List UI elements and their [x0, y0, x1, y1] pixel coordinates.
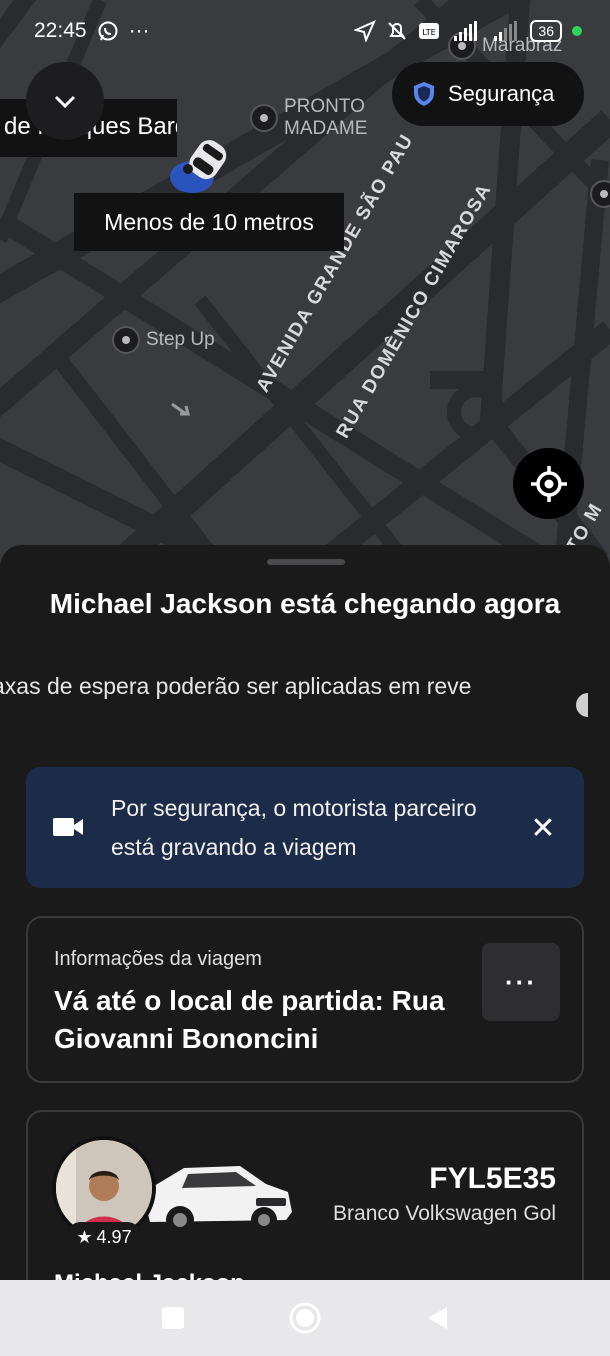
- trip-info-card[interactable]: Informações da viagem Vá até o local de …: [26, 916, 584, 1083]
- volte-icon: LTE: [419, 23, 440, 39]
- signal-5g-icon: [454, 21, 478, 41]
- map-pin-icon: [250, 104, 278, 132]
- safety-button-label: Segurança: [448, 81, 555, 106]
- safety-button[interactable]: Segurança: [392, 62, 584, 126]
- car-description: Branco Volkswagen Gol: [333, 1202, 556, 1225]
- collapse-button[interactable]: [26, 62, 104, 140]
- poi-label: Step Up: [146, 329, 215, 350]
- crosshair-icon: [530, 465, 567, 502]
- recording-banner-text: Por segurança, o motorista parceiro está…: [111, 795, 477, 860]
- poi-offscreen[interactable]: [590, 180, 610, 208]
- whatsapp-icon: [98, 21, 118, 41]
- star-icon: ★: [76, 1226, 93, 1247]
- recenter-button[interactable]: [513, 448, 584, 519]
- pickup-destination: Vá até o local de partida: Rua Giovanni …: [54, 985, 445, 1054]
- circle-icon: [289, 1302, 321, 1334]
- wait-fee-notice-text: axas de espera poderão ser aplicadas em …: [0, 673, 472, 699]
- shield-icon: [414, 82, 434, 106]
- square-icon: [162, 1307, 184, 1329]
- poi-label: MADAME: [284, 118, 368, 139]
- trip-info-label: Informações da viagem: [54, 948, 262, 970]
- recording-banner: Por segurança, o motorista parceiro está…: [26, 767, 584, 888]
- video-camera-icon: [53, 818, 83, 836]
- map[interactable]: PRONTO MADAME Marabraz Step Up AVENIDA G…: [0, 0, 610, 580]
- map-pin-icon: [112, 326, 140, 354]
- sheet-title: Michael Jackson está chegando agora: [49, 588, 561, 619]
- back-button[interactable]: [420, 1300, 456, 1336]
- driver-car-marker: [170, 140, 227, 193]
- car-image: [146, 1166, 292, 1234]
- distance-label: Menos de 10 metros: [74, 193, 344, 251]
- close-icon[interactable]: ✕: [526, 811, 560, 845]
- recent-apps-button[interactable]: [155, 1300, 191, 1336]
- battery-indicator: 36: [530, 20, 562, 42]
- signal-icon: [494, 21, 518, 41]
- status-time: 22:45: [34, 19, 87, 42]
- license-plate: FYL5E35: [429, 1162, 556, 1195]
- privacy-indicator-dot: [572, 26, 582, 36]
- back-triangle-icon: [428, 1307, 447, 1329]
- location-arrow-icon: [354, 20, 377, 42]
- chevron-down-icon: [54, 95, 76, 109]
- driver-rating: ★ 4.97: [66, 1222, 142, 1252]
- svg-text:LTE: LTE: [423, 28, 436, 37]
- poi-label: PRONTO: [284, 96, 365, 117]
- more-options-button[interactable]: ···: [482, 943, 560, 1021]
- sheet-drag-handle[interactable]: [267, 559, 345, 565]
- bell-off-icon: [388, 22, 407, 40]
- status-more-indicator: ···: [128, 19, 150, 42]
- map-pin-icon: [590, 180, 610, 208]
- poi-pronto-madame[interactable]: PRONTO MADAME: [250, 96, 367, 140]
- wait-fee-notice: axas de espera poderão ser aplicadas em …: [0, 669, 540, 703]
- status-bar: 22:45 ··· LTE 36: [0, 0, 610, 62]
- driver-rating-value: 4.97: [96, 1226, 132, 1247]
- carousel-indicator: [576, 693, 588, 717]
- poi-step-up[interactable]: Step Up: [112, 326, 215, 354]
- system-navigation-bar: [0, 1280, 610, 1356]
- trip-bottom-sheet[interactable]: Michael Jackson está chegando agora axas…: [0, 545, 610, 1356]
- home-button[interactable]: [287, 1300, 323, 1336]
